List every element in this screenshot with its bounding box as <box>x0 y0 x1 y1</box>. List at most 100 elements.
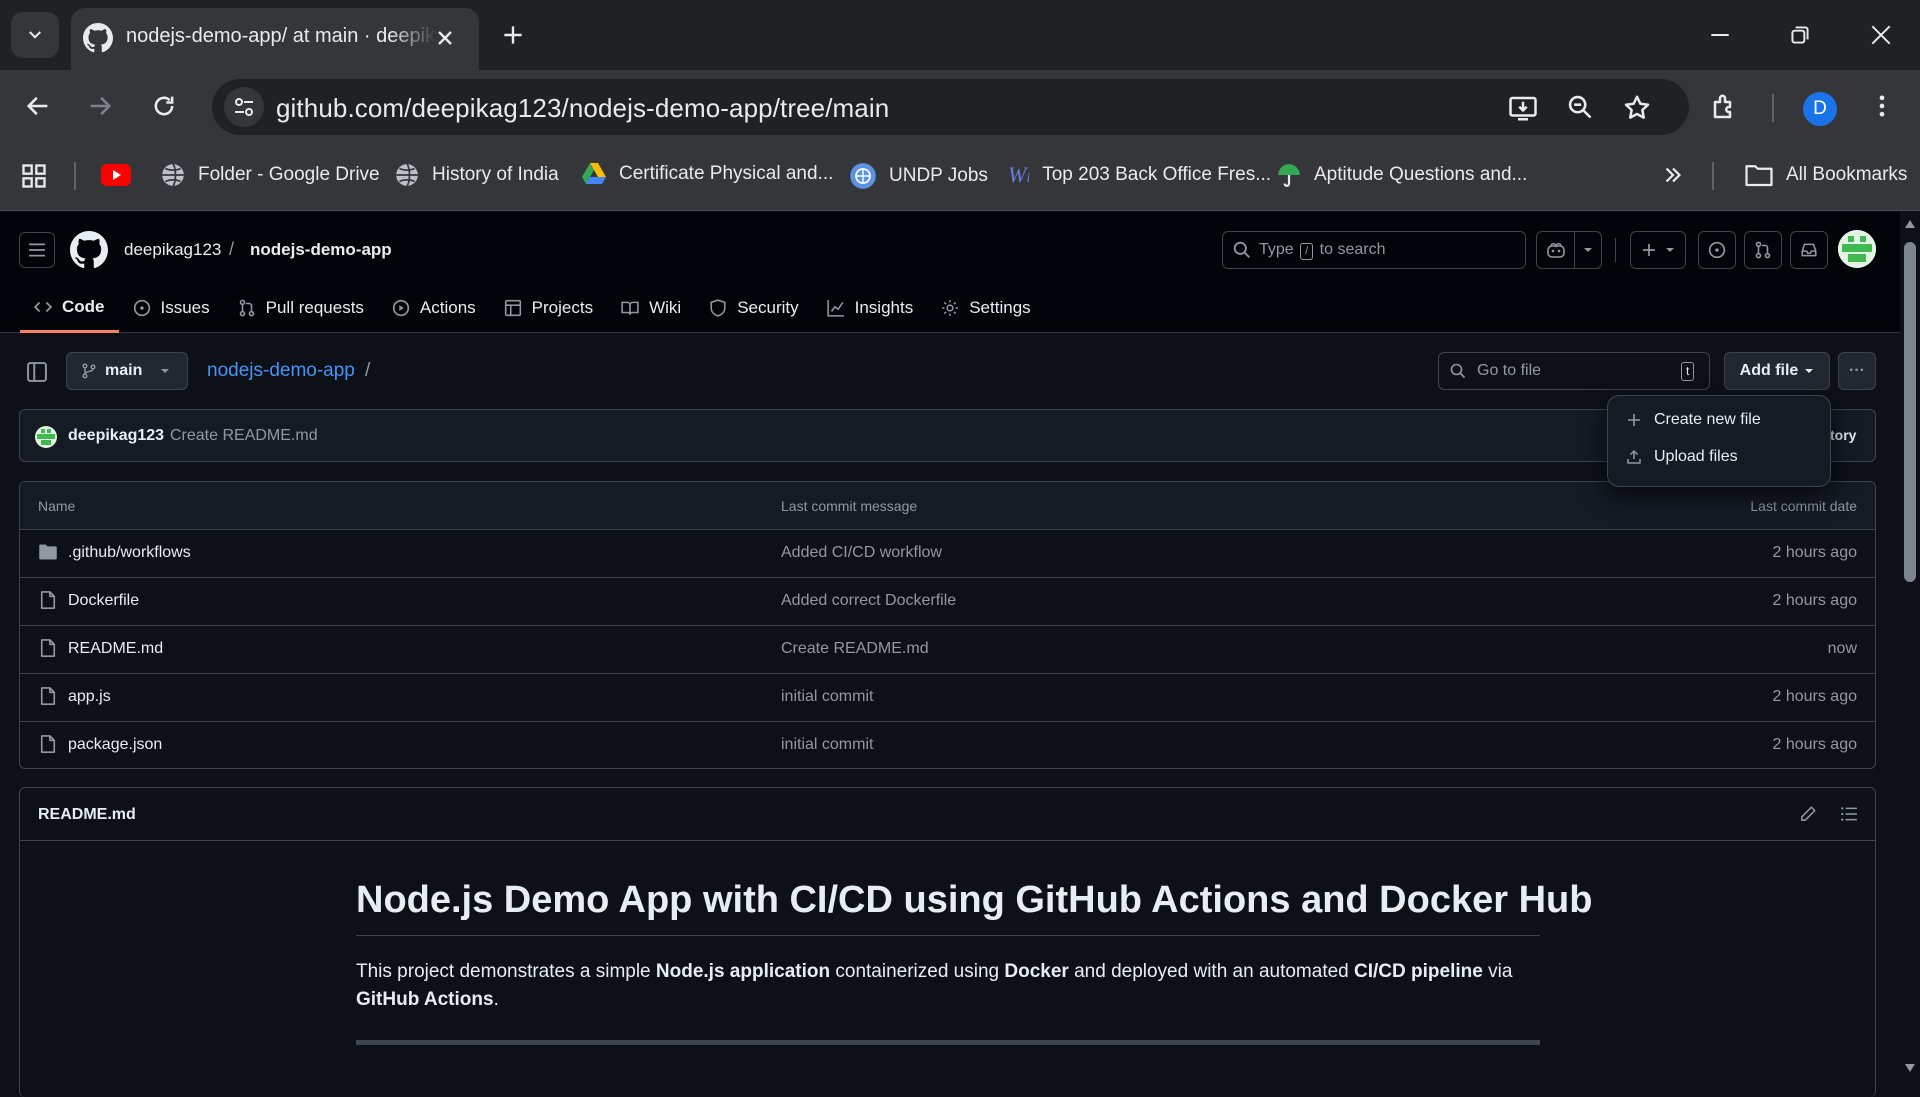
menu-item-label: Upload files <box>1654 448 1738 465</box>
file-name-link[interactable]: Dockerfile <box>68 592 139 610</box>
copilot-button[interactable] <box>1536 231 1602 269</box>
tab-pull-requests[interactable]: Pull requests <box>224 288 378 328</box>
bookmark-star-icon[interactable] <box>1622 93 1652 123</box>
file-name-link[interactable]: app.js <box>68 688 111 706</box>
install-app-icon[interactable] <box>1508 93 1538 123</box>
readme-filename[interactable]: README.md <box>38 806 136 824</box>
bookmark-item[interactable]: Wi Top 203 Back Office Fres... <box>1008 162 1271 188</box>
sidebar-toggle-icon[interactable] <box>26 361 48 383</box>
inbox-button[interactable] <box>1790 231 1828 269</box>
file-name-link[interactable]: .github/workflows <box>68 544 191 562</box>
create-new-file-item[interactable]: Create new file <box>1626 411 1761 429</box>
bookmark-item[interactable]: History of India <box>394 162 559 188</box>
add-file-label: Add file <box>1739 362 1799 379</box>
add-file-dropdown-menu: Create new file Upload files <box>1607 395 1831 487</box>
table-row[interactable]: app.js initial commit 2 hours ago <box>20 673 1875 721</box>
all-bookmarks-button[interactable]: All Bookmarks <box>1744 162 1907 188</box>
browser-menu-icon[interactable] <box>1868 92 1896 120</box>
add-file-button[interactable]: Add file <box>1724 352 1830 390</box>
author-avatar[interactable] <box>35 426 57 448</box>
pencil-icon[interactable] <box>1799 805 1817 823</box>
tab-search-button[interactable] <box>11 12 59 58</box>
browser-tab-active[interactable]: nodejs-demo-app/ at main · deepikag123 <box>71 8 479 70</box>
table-row[interactable]: README.md Create README.md now <box>20 625 1875 673</box>
table-row[interactable]: Dockerfile Added correct Dockerfile 2 ho… <box>20 577 1875 625</box>
outline-list-icon[interactable] <box>1840 805 1858 823</box>
tab-actions[interactable]: Actions <box>378 288 490 328</box>
file-name-link[interactable]: package.json <box>68 736 162 754</box>
table-row[interactable]: package.json initial commit 2 hours ago <box>20 721 1875 768</box>
search-icon <box>1233 241 1251 259</box>
minimize-icon[interactable] <box>1707 22 1733 48</box>
global-search-input[interactable]: Type / to search <box>1222 231 1526 269</box>
bookmarks-divider <box>1712 162 1714 190</box>
restore-icon[interactable] <box>1787 22 1813 48</box>
tab-label: Code <box>62 296 105 316</box>
tab-insights[interactable]: Insights <box>813 288 928 328</box>
page-scrollbar[interactable] <box>1900 212 1920 1080</box>
copilot-icon <box>1546 241 1566 259</box>
wi-icon: Wi <box>1008 162 1031 187</box>
bookmark-item[interactable]: Certificate Physical and... <box>581 162 833 186</box>
breadcrumb-repo-link[interactable]: nodejs-demo-app <box>207 360 355 382</box>
bookmark-label: Folder - Google Drive <box>198 164 380 185</box>
tab-issues[interactable]: Issues <box>119 288 224 328</box>
user-avatar[interactable] <box>1838 230 1876 268</box>
go-to-file-input[interactable]: Go to file t <box>1438 352 1710 390</box>
tab-projects[interactable]: Projects <box>490 288 607 328</box>
forward-icon[interactable] <box>86 92 114 120</box>
file-icon <box>38 734 58 754</box>
bookmark-item[interactable]: UNDP Jobs <box>849 162 988 190</box>
scroll-up-arrow-icon[interactable] <box>1905 220 1915 228</box>
owner-link[interactable]: deepikag123 <box>124 240 221 260</box>
extensions-icon[interactable] <box>1710 92 1740 122</box>
commit-message-link[interactable]: initial commit <box>781 688 873 706</box>
file-name-link[interactable]: README.md <box>68 640 163 658</box>
scroll-down-arrow-icon[interactable] <box>1905 1064 1915 1072</box>
reload-icon[interactable] <box>150 92 178 120</box>
new-tab-icon[interactable] <box>500 22 526 48</box>
menu-button[interactable] <box>19 232 55 268</box>
repo-name-link[interactable]: nodejs-demo-app <box>250 240 392 260</box>
pull-requests-button[interactable] <box>1744 231 1782 269</box>
commit-message-link[interactable]: Create README.md <box>781 640 929 658</box>
back-icon[interactable] <box>24 92 52 120</box>
site-info-button[interactable] <box>224 87 264 127</box>
search-placeholder: Type / to search <box>1259 240 1386 260</box>
google-drive-icon <box>581 162 607 186</box>
bookmark-item[interactable]: Aptitude Questions and... <box>1276 162 1527 188</box>
commit-message-link[interactable]: Added CI/CD workflow <box>781 544 942 562</box>
table-row[interactable]: .github/workflows Added CI/CD workflow 2… <box>20 529 1875 577</box>
heading-underline <box>356 935 1540 936</box>
scrollbar-thumb[interactable] <box>1904 242 1916 582</box>
close-tab-icon[interactable] <box>433 26 457 50</box>
github-logo-icon[interactable] <box>70 231 108 269</box>
file-icon <box>38 590 58 610</box>
issues-button[interactable] <box>1698 231 1736 269</box>
caret-down-icon <box>160 366 170 376</box>
code-icon <box>34 298 52 316</box>
commit-message-link[interactable]: initial commit <box>781 736 873 754</box>
history-link[interactable]: tory <box>1830 427 1856 443</box>
browser-tab-title: nodejs-demo-app/ at main · deepikag123 <box>126 25 436 47</box>
create-new-button[interactable] <box>1630 231 1686 269</box>
apps-grid-icon[interactable] <box>20 162 48 190</box>
branch-selector[interactable]: main <box>66 352 188 390</box>
address-bar[interactable]: github.com/deepikag123/nodejs-demo-app/t… <box>212 79 1689 135</box>
tab-settings[interactable]: Settings <box>927 288 1044 328</box>
tab-code[interactable]: Code <box>20 288 119 333</box>
zoom-icon[interactable] <box>1566 93 1594 121</box>
bookmark-item[interactable]: Folder - Google Drive <box>160 162 380 188</box>
more-bookmarks-icon[interactable] <box>1660 162 1686 188</box>
tab-wiki[interactable]: Wiki <box>607 288 695 328</box>
more-options-button[interactable]: ··· <box>1838 352 1876 390</box>
commit-message[interactable]: Create README.md <box>170 427 318 445</box>
tab-security[interactable]: Security <box>695 288 812 328</box>
file-icon <box>38 638 58 658</box>
commit-message-link[interactable]: Added correct Dockerfile <box>781 592 956 610</box>
commit-author[interactable]: deepikag123 <box>68 427 164 445</box>
close-window-icon[interactable] <box>1868 22 1894 48</box>
profile-avatar[interactable]: D <box>1803 92 1837 126</box>
upload-files-item[interactable]: Upload files <box>1626 448 1738 466</box>
youtube-icon[interactable] <box>101 164 131 186</box>
